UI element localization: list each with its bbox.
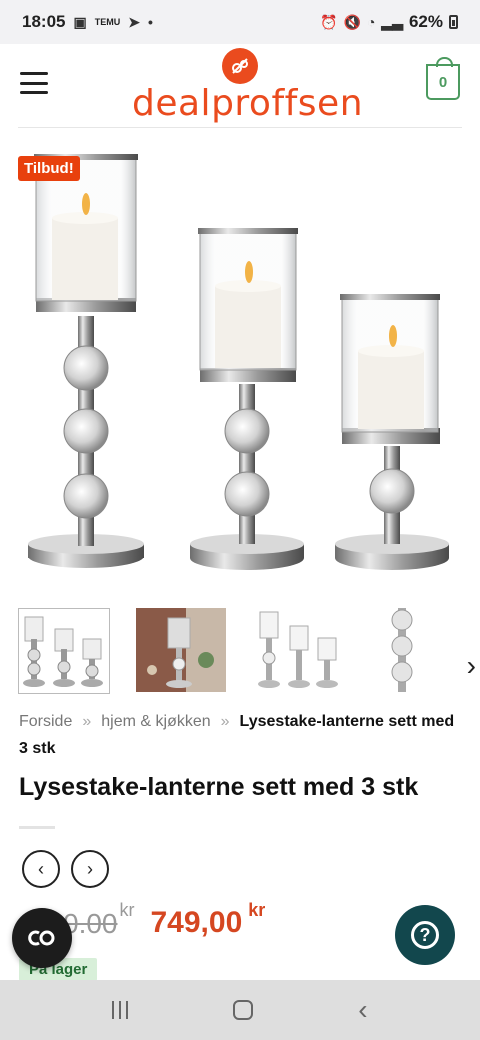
product-main-image[interactable]: Tilbud! [0,146,480,596]
sale-price: 749,00 [150,906,243,939]
previous-product-button[interactable]: ‹ [22,850,60,888]
thumbnail-4[interactable] [372,608,432,694]
next-product-button[interactable]: › [71,850,109,888]
logo-mark-icon [222,48,258,84]
site-logo[interactable]: dealproffsen [132,48,364,128]
telegram-icon: ➤ [128,13,140,30]
co-logo-icon [28,930,55,946]
cart-button[interactable]: 0 [426,57,460,100]
candle-holders-illustration [28,154,449,570]
gallery-icon: ▣ [73,13,87,30]
header-divider [18,127,462,128]
sale-badge: Tilbud! [18,156,80,181]
breadcrumb-home[interactable]: Forside [19,713,72,730]
chevron-right-icon: › [87,858,93,879]
chevron-right-icon[interactable]: › [467,650,476,682]
thumbnail-3[interactable] [254,608,346,694]
battery-icon [449,15,458,29]
menu-icon[interactable] [20,72,48,94]
product-title: Lysestake-lanterne sett med 3 stk [19,773,419,801]
breadcrumb-separator: » [220,713,230,730]
signal-icon: ▂▃ [381,13,403,30]
thumbnail-gallery [18,608,468,694]
sale-price-currency: kr [248,900,266,920]
co-widget-button[interactable] [12,908,72,968]
question-icon: ? [411,921,439,949]
temu-notification: TEMU [94,17,121,27]
breadcrumb-separator: » [82,713,92,730]
chevron-left-icon: ‹ [38,858,44,879]
home-icon[interactable] [233,1000,254,1020]
title-divider [19,826,55,829]
cart-count: 0 [438,73,448,91]
status-time: 18:05 [22,12,66,31]
status-bar: 18:05 ▣ TEMU ➤ • ⏰ 🔇 ◔ ▂▃ 62% [0,0,480,44]
wifi-icon: ◔ [366,14,376,30]
dot-icon: • [147,14,153,30]
thumbnail-1[interactable] [18,608,110,694]
help-button[interactable]: ? [395,905,455,965]
battery-level: 62% [408,12,443,31]
mute-icon: 🔇 [343,13,361,30]
site-header: dealproffsen 0 [0,44,480,128]
old-price-currency: kr [119,900,135,920]
recent-apps-icon[interactable] [112,1001,129,1019]
back-icon[interactable]: ‹ [358,994,367,1026]
breadcrumb-category[interactable]: hjem & kjøkken [101,713,210,730]
system-navigation-bar: ‹ [0,980,480,1040]
brand-name: dealproffsen [132,83,364,124]
thumbnail-2[interactable] [136,608,228,694]
breadcrumb: Forside» hjem & kjøkken» Lysestake-lantern… [19,708,467,762]
alarm-icon: ⏰ [320,13,338,30]
